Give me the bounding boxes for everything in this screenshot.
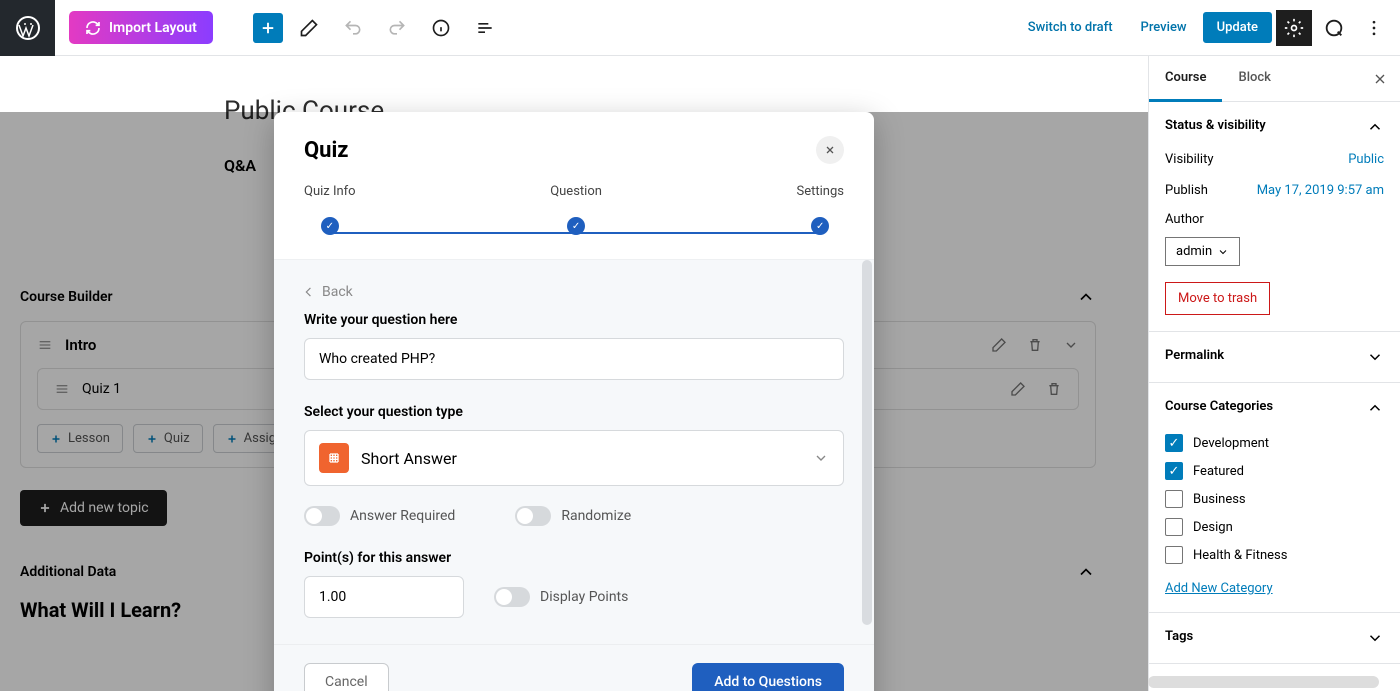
- chevron-down-icon: [1366, 629, 1384, 647]
- tab-block[interactable]: Block: [1222, 56, 1286, 102]
- check-icon: ✓: [567, 217, 585, 235]
- close-sidebar-button[interactable]: [1360, 56, 1400, 102]
- qtype-label: Select your question type: [304, 404, 844, 420]
- kebab-icon: [1364, 18, 1384, 38]
- category-label: Development: [1193, 436, 1269, 451]
- arrow-left-icon: [304, 285, 318, 299]
- check-icon: ✓: [321, 217, 339, 235]
- chevron-up-icon: [1366, 399, 1384, 417]
- settings-toggle-button[interactable]: [1276, 10, 1312, 46]
- publish-label: Publish: [1165, 183, 1208, 198]
- display-points-label: Display Points: [540, 589, 628, 605]
- chevron-down-icon: [1217, 246, 1229, 258]
- tags-header[interactable]: Tags: [1165, 629, 1384, 647]
- category-label: Health & Fitness: [1193, 548, 1287, 563]
- question-label: Write your question here: [304, 312, 844, 328]
- info-button[interactable]: [423, 10, 459, 46]
- tab-course[interactable]: Course: [1149, 56, 1222, 102]
- switch-to-draft-button[interactable]: Switch to draft: [1016, 12, 1125, 43]
- checkbox[interactable]: ✓: [1165, 434, 1183, 452]
- move-to-trash-button[interactable]: Move to trash: [1165, 282, 1270, 315]
- checkbox[interactable]: ✓: [1165, 462, 1183, 480]
- check-icon: ✓: [811, 217, 829, 235]
- permalink-header[interactable]: Permalink: [1165, 348, 1384, 366]
- step-quiz-info[interactable]: Quiz Info ✓: [304, 184, 356, 235]
- modal-scrollbar[interactable]: [862, 260, 872, 644]
- refresh-icon: [85, 20, 101, 36]
- undo-button[interactable]: [335, 10, 371, 46]
- category-item[interactable]: Health & Fitness: [1165, 541, 1384, 569]
- visibility-label: Visibility: [1165, 152, 1214, 167]
- checkbox[interactable]: [1165, 518, 1183, 536]
- short-answer-icon: [319, 443, 349, 473]
- wp-logo[interactable]: [0, 0, 55, 56]
- status-visibility-header[interactable]: Status & visibility: [1165, 118, 1384, 136]
- import-layout-button[interactable]: Import Layout: [69, 11, 213, 44]
- gear-icon: [1284, 18, 1304, 38]
- question-input[interactable]: [304, 338, 844, 380]
- edit-mode-button[interactable]: [291, 10, 327, 46]
- display-points-toggle[interactable]: [494, 587, 530, 607]
- close-icon: [824, 144, 836, 156]
- undo-icon: [343, 18, 363, 38]
- categories-header[interactable]: Course Categories: [1165, 399, 1384, 417]
- pencil-icon: [299, 18, 319, 38]
- redo-button[interactable]: [379, 10, 415, 46]
- update-button[interactable]: Update: [1203, 12, 1272, 43]
- plus-icon: [259, 19, 277, 37]
- list-icon: [475, 18, 495, 38]
- category-item[interactable]: ✓ Development: [1165, 429, 1384, 457]
- category-label: Business: [1193, 492, 1246, 507]
- chevron-down-icon: [813, 450, 829, 466]
- step-settings[interactable]: Settings ✓: [797, 184, 844, 235]
- author-label: Author: [1165, 212, 1204, 227]
- author-select[interactable]: admin: [1165, 237, 1240, 266]
- back-link[interactable]: Back: [304, 284, 844, 300]
- horizontal-scrollbar[interactable]: [1148, 676, 1396, 688]
- modal-title: Quiz: [304, 138, 349, 163]
- quiz-modal: Quiz Quiz Info ✓ Question ✓: [274, 112, 874, 691]
- category-label: Featured: [1193, 464, 1244, 479]
- randomize-label: Randomize: [561, 508, 631, 524]
- checkbox[interactable]: [1165, 546, 1183, 564]
- publish-value[interactable]: May 17, 2019 9:57 am: [1257, 183, 1384, 198]
- info-icon: [431, 18, 451, 38]
- chevron-up-icon: [1366, 118, 1384, 136]
- category-label: Design: [1193, 520, 1233, 535]
- redo-icon: [387, 18, 407, 38]
- more-menu-button[interactable]: [1356, 10, 1392, 46]
- cancel-button[interactable]: Cancel: [304, 663, 389, 691]
- preview-button[interactable]: Preview: [1129, 12, 1199, 43]
- close-modal-button[interactable]: [816, 136, 844, 164]
- answer-required-label: Answer Required: [350, 508, 455, 524]
- question-type-select[interactable]: Short Answer: [304, 430, 844, 486]
- modal-overlay: Quiz Quiz Info ✓ Question ✓: [0, 112, 1148, 691]
- import-layout-label: Import Layout: [109, 20, 197, 36]
- modal-stepper: Quiz Info ✓ Question ✓ Settings ✓: [274, 170, 874, 259]
- circle-q-icon: [1323, 17, 1345, 39]
- category-item[interactable]: Design: [1165, 513, 1384, 541]
- add-new-category-link[interactable]: Add New Category: [1165, 581, 1384, 596]
- close-icon: [1372, 71, 1388, 87]
- add-block-button[interactable]: [253, 13, 283, 43]
- category-item[interactable]: Business: [1165, 485, 1384, 513]
- answer-required-toggle[interactable]: [304, 506, 340, 526]
- randomize-toggle[interactable]: [515, 506, 551, 526]
- points-input[interactable]: [304, 576, 464, 618]
- checkbox[interactable]: [1165, 490, 1183, 508]
- outline-button[interactable]: [467, 10, 503, 46]
- chevron-down-icon: [1366, 348, 1384, 366]
- add-to-questions-button[interactable]: Add to Questions: [692, 663, 844, 691]
- visibility-value[interactable]: Public: [1348, 152, 1384, 167]
- step-question[interactable]: Question ✓: [550, 184, 602, 235]
- points-label: Point(s) for this answer: [304, 550, 844, 566]
- qubely-button[interactable]: [1316, 10, 1352, 46]
- category-item[interactable]: ✓ Featured: [1165, 457, 1384, 485]
